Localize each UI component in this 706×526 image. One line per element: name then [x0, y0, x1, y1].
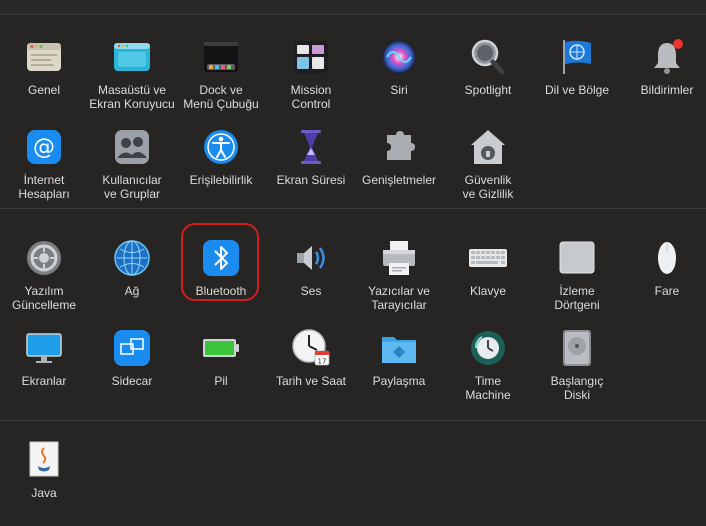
section-divider — [0, 208, 706, 209]
keyboard-icon — [468, 238, 508, 278]
pref-label: Sidecar — [111, 374, 153, 388]
time-machine-icon — [468, 328, 508, 368]
pref-paylasma[interactable]: Paylaşma — [354, 328, 444, 388]
pref-label: Başlangıç Diski — [550, 374, 604, 402]
mission-control-icon — [291, 37, 331, 77]
trackpad-icon — [557, 238, 597, 278]
pref-label: Yazıcılar ve Tarayıcılar — [368, 284, 430, 312]
pref-fare[interactable]: Fare — [622, 238, 706, 298]
pref-label: Klavye — [469, 284, 507, 298]
pref-siri[interactable]: Siri — [354, 37, 444, 97]
pref-erisilebilirlik[interactable]: Erişilebilirlik — [176, 127, 266, 187]
displays-icon — [24, 328, 64, 368]
extensions-icon — [379, 127, 419, 167]
startup-disk-icon — [557, 328, 597, 368]
pref-pil[interactable]: Pil — [176, 328, 266, 388]
pref-ag[interactable]: Ağ — [87, 238, 177, 298]
pref-klavye[interactable]: Klavye — [443, 238, 533, 298]
svg-text:@: @ — [33, 135, 55, 160]
pref-sidecar[interactable]: Sidecar — [87, 328, 177, 388]
window-toolbar-edge — [0, 0, 706, 15]
pref-label: Dil ve Bölge — [544, 83, 610, 97]
pref-label: Genişletmeler — [361, 173, 437, 187]
bluetooth-highlight-annotation — [181, 223, 259, 301]
pref-ekranlar[interactable]: Ekranlar — [0, 328, 89, 388]
pref-tarih-saat[interactable]: 17 Tarih ve Saat — [266, 328, 356, 388]
date-time-icon: 17 — [291, 328, 331, 368]
screen-time-icon — [291, 127, 331, 167]
pref-label: Time Machine — [465, 374, 511, 402]
pref-label: Paylaşma — [372, 374, 426, 388]
pref-label: Ekran Süresi — [276, 173, 346, 187]
pref-label: İzleme Dörtgeni — [554, 284, 600, 312]
pref-label: Pil — [214, 374, 228, 388]
pref-kullanicilar[interactable]: Kullanıcılar ve Gruplar — [87, 127, 177, 201]
sidecar-icon — [112, 328, 152, 368]
java-icon — [24, 440, 64, 480]
pref-genel[interactable]: Genel — [0, 37, 89, 97]
pref-bildirimler[interactable]: Bildirimler — [622, 37, 706, 97]
notifications-icon — [647, 37, 687, 77]
network-icon — [112, 238, 152, 278]
mouse-icon — [647, 238, 687, 278]
pref-masaustu[interactable]: Masaüstü ve Ekran Koruyucu — [87, 37, 177, 111]
desktop-screensaver-icon — [112, 37, 152, 77]
printers-scanners-icon — [379, 238, 419, 278]
sound-icon — [291, 238, 331, 278]
pref-time-machine[interactable]: Time Machine — [443, 328, 533, 402]
pref-label: Java — [31, 486, 57, 500]
pref-label: Bildirimler — [640, 83, 694, 97]
pref-label: Dock ve Menü Çubuğu — [183, 83, 259, 111]
pref-guvenlik[interactable]: Güvenlik ve Gizlilik — [443, 127, 533, 201]
pref-label: Ağ — [124, 284, 140, 298]
software-update-icon — [24, 238, 64, 278]
pref-label: İnternet Hesapları — [18, 173, 70, 201]
internet-accounts-icon: @ — [24, 127, 64, 167]
pref-mission-control[interactable]: Mission Control — [266, 37, 356, 111]
accessibility-icon — [201, 127, 241, 167]
pref-ses[interactable]: Ses — [266, 238, 356, 298]
users-groups-icon — [112, 127, 152, 167]
pref-label: Siri — [390, 83, 408, 97]
pref-label: Tarih ve Saat — [275, 374, 347, 388]
dock-icon — [201, 37, 241, 77]
pref-genisletmeler[interactable]: Genişletmeler — [354, 127, 444, 187]
pref-baslangic-diski[interactable]: Başlangıç Diski — [532, 328, 622, 402]
battery-icon — [201, 328, 241, 368]
pref-label: Mission Control — [290, 83, 332, 111]
pref-label: Masaüstü ve Ekran Koruyucu — [89, 83, 175, 111]
pref-label: Spotlight — [464, 83, 512, 97]
pref-yazilim-guncelleme[interactable]: Yazılım Güncelleme — [0, 238, 89, 312]
language-region-icon — [557, 37, 597, 77]
pref-label: Yazılım Güncelleme — [11, 284, 77, 312]
pref-label: Fare — [654, 284, 680, 298]
pref-label: Güvenlik ve Gizlilik — [462, 173, 514, 201]
pref-label: Ses — [300, 284, 322, 298]
siri-icon — [379, 37, 419, 77]
pref-label: Kullanıcılar ve Gruplar — [102, 173, 162, 201]
pref-ekran-suresi[interactable]: Ekran Süresi — [266, 127, 356, 187]
sharing-icon — [379, 328, 419, 368]
pref-spotlight[interactable]: Spotlight — [443, 37, 533, 97]
spotlight-icon — [468, 37, 508, 77]
pref-izleme-dortgeni[interactable]: İzleme Dörtgeni — [532, 238, 622, 312]
calendar-day-text: 17 — [318, 358, 327, 366]
pref-label: Ekranlar — [21, 374, 67, 388]
pref-label: Genel — [27, 83, 61, 97]
pref-dock[interactable]: Dock ve Menü Çubuğu — [176, 37, 266, 111]
pref-dil-bolge[interactable]: Dil ve Bölge — [532, 37, 622, 97]
pref-java[interactable]: Java — [0, 440, 89, 500]
general-icon — [24, 37, 64, 77]
section-divider — [0, 420, 706, 421]
pref-yazicilar[interactable]: Yazıcılar ve Tarayıcılar — [354, 238, 444, 312]
security-privacy-icon — [468, 127, 508, 167]
pref-label: Erişilebilirlik — [189, 173, 253, 187]
pref-internet-hesaplari[interactable]: @ İnternet Hesapları — [0, 127, 89, 201]
